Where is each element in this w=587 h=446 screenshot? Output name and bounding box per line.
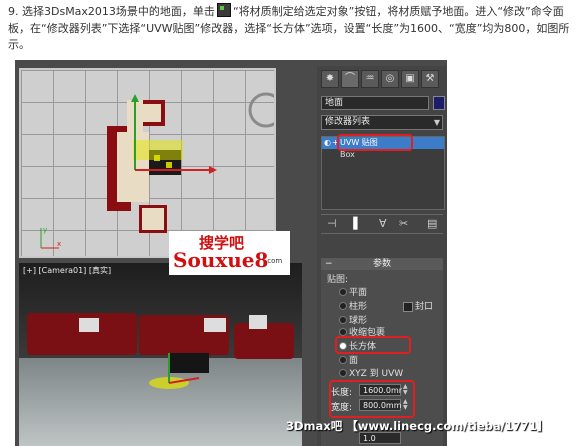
assign-material-icon (216, 3, 231, 17)
object-name-field[interactable]: 地面 (321, 96, 429, 110)
watermark: 搜学吧 Souxue8 .com (169, 231, 290, 275)
command-panel: ✸ ⌒ ♒ ◎ ▣ ⚒ 地面 修改器列表 ▼ ◐ + UVW 贴图 Box ⊣ … (317, 66, 447, 446)
footer-watermark: 3Dmax吧 【www.linecg.com/tieba/1771】 (286, 419, 549, 433)
highlight-box-option (335, 336, 411, 354)
configure-sets-icon[interactable]: ▤ (427, 217, 437, 230)
modify-tab[interactable]: ⌒ (341, 70, 359, 88)
show-end-result-icon[interactable]: ▐ (349, 217, 357, 230)
article-text: 9. 选择3DsMax2013场景中的地面，单击 “将材质制定给选定对象”按钮，将… (8, 3, 583, 54)
highlight-uvw (337, 134, 413, 151)
parameters-title: 参数 (372, 259, 391, 269)
utilities-tab[interactable]: ⚒ (421, 70, 439, 88)
watermark-suffix: .com (265, 257, 283, 265)
make-unique-icon[interactable]: ∀ (379, 217, 387, 230)
article-text-part1: 9. 选择3DsMax2013场景中的地面，单击 (8, 5, 215, 18)
cam-table (169, 353, 209, 373)
object-color-swatch[interactable] (433, 96, 445, 110)
viewcube-ring (248, 92, 274, 128)
modifier-list-dropdown[interactable]: 修改器列表 ▼ (321, 115, 443, 130)
top-viewport[interactable]: y x (19, 68, 276, 258)
display-tab[interactable]: ▣ (401, 70, 419, 88)
watermark-line2: Souxue8 (173, 248, 269, 272)
chevron-down-icon: ▼ (433, 118, 440, 127)
stack-item-box-label: Box (340, 150, 355, 159)
stack-toolbar: ⊣ ▐ ∀ ✂ ▤ (321, 214, 443, 234)
collapse-icon: − (325, 259, 333, 269)
option-xyz-to-uvw[interactable]: XYZ 到 UVW (338, 366, 403, 379)
option-cylindrical[interactable]: 柱形 (338, 299, 367, 312)
armchair-top-cushion (143, 104, 161, 122)
screenshot: y x [+] [Camera01] [真实] 搜学吧 Souxue8 .com… (15, 60, 447, 446)
cap-label: 封口 (415, 302, 434, 312)
axis-y-label: y (43, 226, 47, 234)
motion-tab[interactable]: ◎ (381, 70, 399, 88)
option-face[interactable]: 面 (338, 353, 358, 366)
cap-checkbox[interactable] (403, 302, 413, 312)
remove-modifier-icon[interactable]: ✂ (399, 217, 408, 230)
top-viewport-scene: y x (40, 92, 274, 249)
modifier-list-label: 修改器列表 (325, 117, 371, 127)
highlight-dimensions (329, 380, 415, 418)
create-tab[interactable]: ✸ (321, 70, 339, 88)
hierarchy-tab[interactable]: ♒ (361, 70, 379, 88)
lightbulb-icon[interactable]: ◐ (324, 137, 331, 149)
camera-scene (27, 313, 294, 389)
option-planar[interactable]: 平面 (338, 285, 367, 298)
parameters-header[interactable]: − 参数 (321, 258, 443, 270)
camera-viewport[interactable]: [+] [Camera01] [真实] (19, 263, 302, 446)
pin-stack-icon[interactable]: ⊣ (327, 217, 337, 230)
axis-x-label: x (57, 240, 61, 248)
mapping-label: 贴图: (327, 275, 349, 285)
